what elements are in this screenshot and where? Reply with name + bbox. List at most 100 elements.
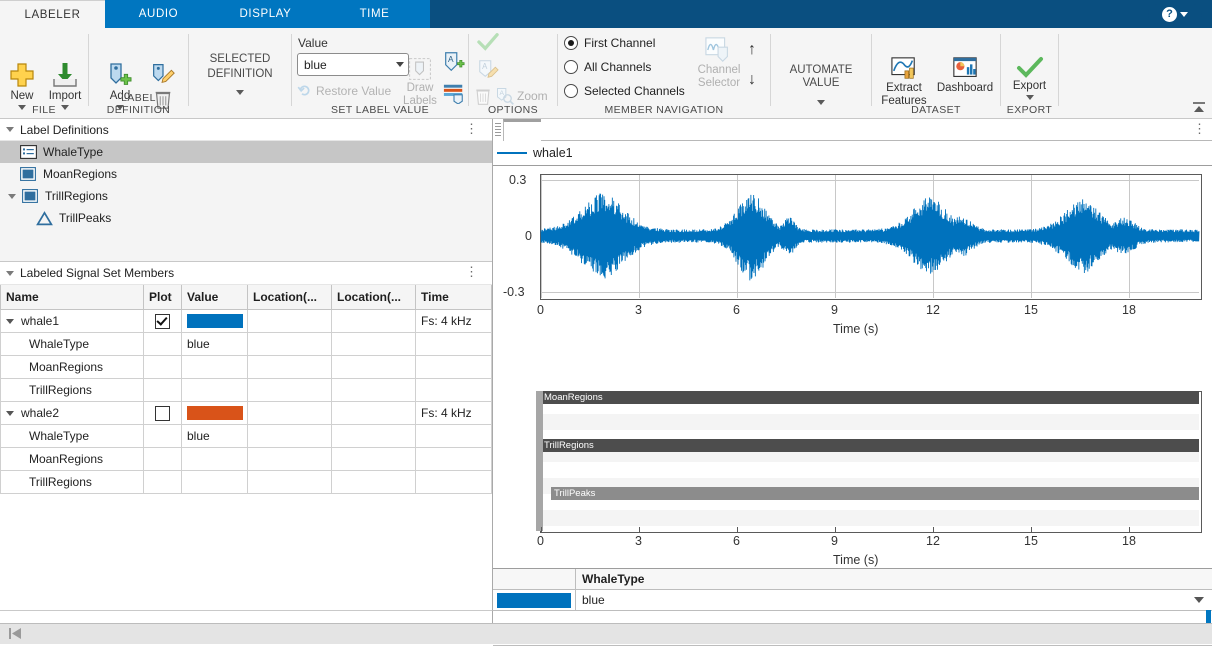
tab-display[interactable]: DISPLAY [212,0,319,28]
cell-name[interactable]: MoanRegions [0,447,144,471]
cell-location-1[interactable] [247,309,332,333]
signal-plot[interactable]: 0.3 0 -0.3 0 3 6 9 12 15 18 Time (s) [493,166,1212,356]
expand-twisty-icon[interactable] [6,319,14,325]
cell-name[interactable]: TrillRegions [0,470,144,494]
cell-location-2[interactable] [331,447,416,471]
cell-location-1[interactable] [247,332,332,356]
cell-plot[interactable] [143,447,182,471]
selected-definition-caret[interactable] [236,90,244,95]
label-list-button[interactable] [442,82,466,104]
cell-name[interactable]: whale1 [0,309,144,333]
cell-location-2[interactable] [331,378,416,402]
cell-location-1[interactable] [247,470,332,494]
col-location-1[interactable]: Location(... [247,285,332,310]
help-button[interactable]: ? [1148,4,1202,24]
cell-location-2[interactable] [331,424,416,448]
collapse-twisty-icon[interactable] [6,270,14,276]
cell-value[interactable] [181,447,248,471]
dashboard-button[interactable]: Dashboard [932,56,998,95]
panel-menu-icon[interactable]: ⋮ [465,265,478,279]
radio-all-channels[interactable]: All Channels [564,60,651,74]
label-definition-item-trillregions[interactable]: TrillRegions [0,185,492,207]
auto-label-button[interactable]: A [442,50,466,74]
cell-location-1[interactable] [247,355,332,379]
table-row[interactable]: TrillRegions [0,378,492,402]
edit-definition-button[interactable] [143,60,183,88]
table-row[interactable]: whale1 Fs: 4 kHz [0,309,492,333]
plot-checkbox-checked[interactable] [155,313,170,329]
table-row[interactable]: WhaleType blue [0,332,492,356]
cell-plot[interactable] [143,401,182,425]
plot-checkbox-unchecked[interactable] [155,405,170,421]
import-button[interactable]: Import [42,60,88,110]
cell-time[interactable] [415,470,492,494]
cell-location-2[interactable] [331,355,416,379]
cell-value[interactable] [181,309,248,333]
cell-time[interactable] [415,447,492,471]
tab-time[interactable]: TIME [319,0,430,28]
table-row[interactable]: WhaleType blue [0,424,492,448]
cell-location-1[interactable] [247,378,332,402]
tab-audio[interactable]: AUDIO [105,0,212,28]
new-button[interactable]: New [2,60,42,110]
automate-value-button[interactable]: AUTOMATE VALUE [771,64,871,105]
expand-twisty-icon[interactable] [6,411,14,417]
export-caret[interactable] [1025,95,1034,100]
cell-location-2[interactable] [331,401,416,425]
cell-name[interactable]: MoanRegions [0,355,144,379]
cell-time[interactable]: Fs: 4 kHz [415,401,492,425]
value-combobox[interactable]: blue [297,53,409,76]
table-row[interactable]: MoanRegions [0,355,492,379]
table-row[interactable]: TrillRegions [0,470,492,494]
cell-plot[interactable] [143,309,182,333]
cell-name[interactable]: WhaleType [0,424,144,448]
extract-features-button[interactable]: Extract Features [876,56,932,108]
table-row[interactable]: whale2 Fs: 4 kHz [0,401,492,425]
cell-value[interactable] [181,355,248,379]
collapse-twisty-icon[interactable] [6,127,14,132]
cell-plot[interactable] [143,424,182,448]
export-button[interactable]: Export [1001,56,1058,100]
value-table-data-row[interactable]: blue [493,590,1212,611]
col-time[interactable]: Time [415,285,492,310]
cell-time[interactable] [415,424,492,448]
cell-location-2[interactable] [331,332,416,356]
radio-first-channel[interactable]: First Channel [564,36,655,50]
selected-definition-button[interactable]: SELECTED DEFINITION [189,52,291,95]
table-row[interactable]: MoanRegions [0,447,492,471]
cell-time[interactable]: Fs: 4 kHz [415,309,492,333]
cell-value[interactable] [181,401,248,425]
cell-value[interactable]: blue [181,424,248,448]
cell-plot[interactable] [143,332,182,356]
automate-value-caret[interactable] [817,100,825,105]
cell-time[interactable] [415,378,492,402]
cell-location-1[interactable] [247,447,332,471]
value-table-value-cell[interactable]: blue [576,590,1212,610]
track-band-moanregions[interactable]: MoanRegions [541,391,1199,404]
cell-location-2[interactable] [331,470,416,494]
col-plot[interactable]: Plot [143,285,182,310]
tab-labeler[interactable]: LABELER [0,0,105,29]
chevron-down-icon[interactable] [1194,597,1204,603]
panel-menu-icon[interactable]: ⋮ [465,122,478,136]
radio-selected-channels[interactable]: Selected Channels [564,84,685,98]
cell-plot[interactable] [143,355,182,379]
previous-button[interactable] [8,627,22,642]
cell-location-1[interactable] [247,424,332,448]
cell-time[interactable] [415,355,492,379]
label-tracks-plot[interactable]: MoanRegions TrillRegions TrillPeaks 0 3 … [493,367,1212,567]
track-band-trillpeaks[interactable]: TrillPeaks [551,487,1199,500]
cell-value[interactable]: blue [181,332,248,356]
cell-location-1[interactable] [247,401,332,425]
nav-down-button[interactable]: ↓ [748,72,756,88]
nav-up-button[interactable]: ↑ [748,42,756,58]
cell-value[interactable] [181,470,248,494]
cell-time[interactable] [415,332,492,356]
cell-name[interactable]: TrillRegions [0,378,144,402]
cell-name[interactable]: whale2 [0,401,144,425]
col-value[interactable]: Value [181,285,248,310]
col-name[interactable]: Name [0,285,144,310]
label-definition-item-moanregions[interactable]: MoanRegions [0,163,492,185]
track-band-trillregions[interactable]: TrillRegions [541,439,1199,452]
cell-value[interactable] [181,378,248,402]
